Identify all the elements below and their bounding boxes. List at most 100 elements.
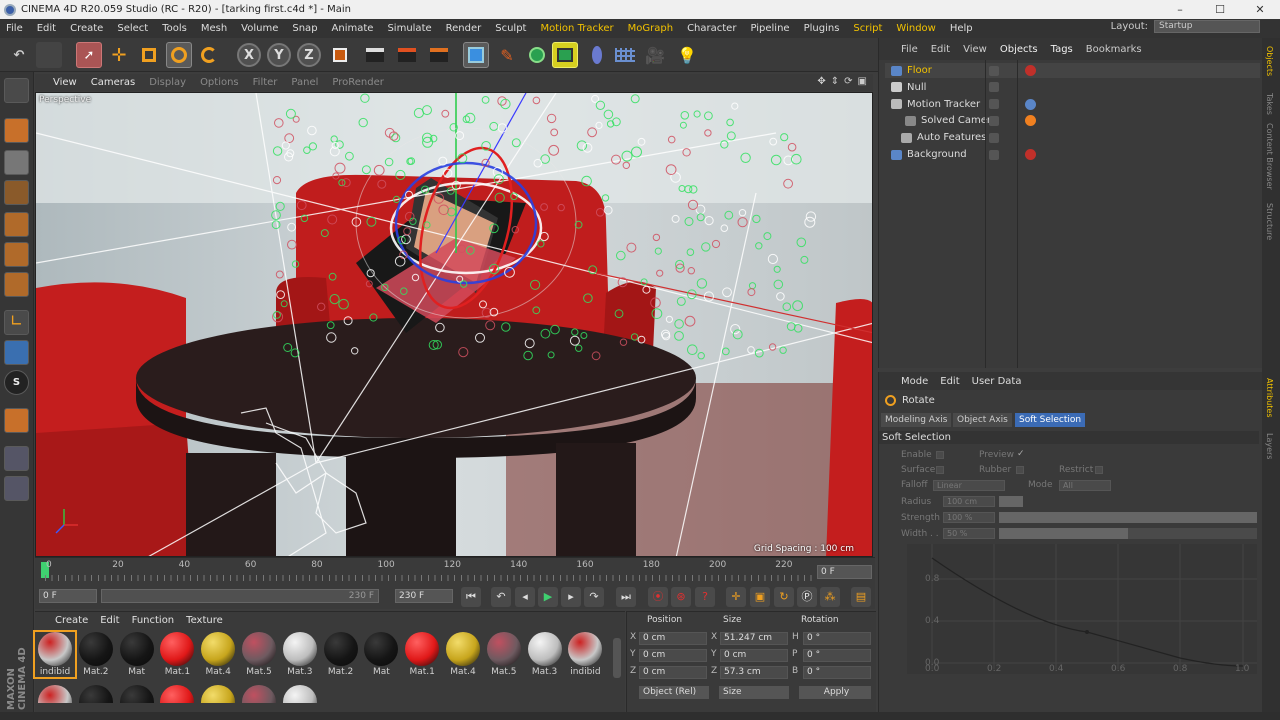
visibility-toggle-icon[interactable] [989,82,999,93]
material-swatch[interactable]: Mat.4 [443,632,483,677]
restrict-checkbox[interactable] [1095,466,1103,474]
coordinate-mode-dropdown[interactable]: Object (Rel) [639,686,709,699]
point-level-key-button[interactable]: ⁂ [820,587,840,607]
move-view-icon[interactable]: ✥ [817,76,825,87]
mode-dropdown[interactable]: All [1059,480,1111,491]
edges-mode-button[interactable] [4,242,29,267]
object-menu-bookmarks[interactable]: Bookmarks [1086,44,1142,55]
toggle-view-icon[interactable]: ▣ [858,76,867,87]
material-swatch[interactable]: Mat.5 [239,632,279,677]
object-menu-objects[interactable]: Objects [1000,44,1038,55]
layout-dropdown[interactable]: Startup [1154,20,1260,33]
size-y-field[interactable]: 0 cm [720,649,788,662]
material-swatch[interactable]: Mat.5 [484,632,524,677]
visibility-toggle-icon[interactable] [989,149,999,160]
object-menu-edit[interactable]: Edit [931,44,950,55]
axis-mode-button[interactable]: ∟ [4,310,29,335]
material-swatch[interactable]: Mat [117,632,157,677]
position-key-button[interactable]: ✛ [726,587,746,607]
next-key-button[interactable]: ↷ [584,587,604,607]
rotation-h-field[interactable]: 0 ° [803,632,871,645]
object-row[interactable]: Floor [885,63,1260,78]
material-swatch[interactable] [157,685,197,703]
material-menu-function[interactable]: Function [132,615,175,626]
mograph-cloner-button[interactable] [552,42,578,68]
side-tab-objects[interactable]: Objects [1265,46,1274,76]
viewport-menu-view[interactable]: View [53,77,77,88]
parameter-key-button[interactable]: Ⓟ [797,587,817,607]
object-row[interactable]: Background [885,147,1260,162]
move-tool-button[interactable]: ✛ [106,42,132,68]
render-settings-button[interactable] [426,42,452,68]
timeline-window-button[interactable]: ▤ [851,587,871,607]
render-picture-viewer-button[interactable] [394,42,420,68]
rotation-b-field[interactable]: 0 ° [803,666,871,679]
material-swatch[interactable]: indibid [33,630,77,679]
object-tag-icon[interactable] [1025,149,1036,160]
tweak-mode-button[interactable] [4,340,29,365]
menu-motion-tracker[interactable]: Motion Tracker [540,23,613,34]
rubber-checkbox[interactable] [1016,466,1024,474]
side-tab-structure[interactable]: Structure [1265,203,1274,240]
attribute-menu-edit[interactable]: Edit [940,376,959,387]
z-axis-lock-button[interactable]: Z [297,43,321,67]
menu-help[interactable]: Help [950,23,973,34]
menu-volume[interactable]: Volume [241,23,278,34]
redo-button[interactable] [36,42,62,68]
menu-simulate[interactable]: Simulate [387,23,431,34]
material-swatch[interactable] [239,685,279,703]
menu-character[interactable]: Character [687,23,736,34]
menu-tools[interactable]: Tools [162,23,187,34]
material-swatch[interactable]: Mat.4 [198,632,238,677]
go-to-start-button[interactable]: ⏮ [461,587,481,607]
enable-checkbox[interactable] [936,451,944,459]
side-tab-layers[interactable]: Layers [1265,433,1274,459]
radius-slider[interactable] [999,496,1023,507]
workplane-mode-button[interactable] [4,180,29,205]
pen-tool-button[interactable]: ✎ [494,42,520,68]
side-tab-takes[interactable]: Takes [1265,93,1274,115]
object-row[interactable]: Solved Camera [885,113,1260,128]
menu-select[interactable]: Select [117,23,148,34]
material-swatch[interactable] [198,685,238,703]
minimize-button[interactable]: – [1160,0,1200,19]
menu-pipeline[interactable]: Pipeline [750,23,789,34]
apply-button[interactable]: Apply [799,686,871,699]
locked-workplane-button[interactable] [4,446,29,471]
play-button[interactable]: ▶ [538,587,558,607]
material-menu-edit[interactable]: Edit [100,615,119,626]
menu-script[interactable]: Script [853,23,882,34]
autokey-button[interactable]: ⊛ [671,587,691,607]
material-swatch[interactable]: Mat.2 [321,632,361,677]
material-swatch[interactable] [76,685,116,703]
width-slider[interactable] [999,528,1257,539]
subdivision-button[interactable] [524,42,550,68]
side-tab-content-browser[interactable]: Content Browser [1265,123,1274,190]
planar-workplane-button[interactable] [4,476,29,501]
model-mode-button[interactable] [4,118,29,143]
material-menu-create[interactable]: Create [55,615,88,626]
tab-object-axis[interactable]: Object Axis [953,413,1012,427]
material-swatch[interactable]: Mat.1 [157,632,197,677]
object-row[interactable]: Auto Features [885,130,1260,145]
polygons-mode-button[interactable] [4,272,29,297]
viewport-menu-display[interactable]: Display [149,77,186,88]
menu-render[interactable]: Render [446,23,482,34]
maximize-button[interactable]: ☐ [1200,0,1240,19]
object-menu-file[interactable]: File [901,44,918,55]
previous-frame-button[interactable]: ◂ [515,587,535,607]
strength-slider[interactable] [999,512,1257,523]
object-menu-view[interactable]: View [963,44,987,55]
magnet-button[interactable] [4,408,29,433]
preview-checkbox[interactable]: ✓ [1017,449,1025,459]
end-frame-field[interactable]: 230 F [395,589,453,603]
scale-tool-button[interactable] [136,42,162,68]
menu-file[interactable]: File [6,23,23,34]
frame-range-slider[interactable]: 230 F [101,589,379,603]
menu-mesh[interactable]: Mesh [201,23,227,34]
zoom-view-icon[interactable]: ⇕ [831,76,839,87]
start-frame-field[interactable]: 0 F [39,589,97,603]
position-y-field[interactable]: 0 cm [639,649,707,662]
deformer-button[interactable] [584,42,610,68]
viewport-menu-filter[interactable]: Filter [253,77,278,88]
